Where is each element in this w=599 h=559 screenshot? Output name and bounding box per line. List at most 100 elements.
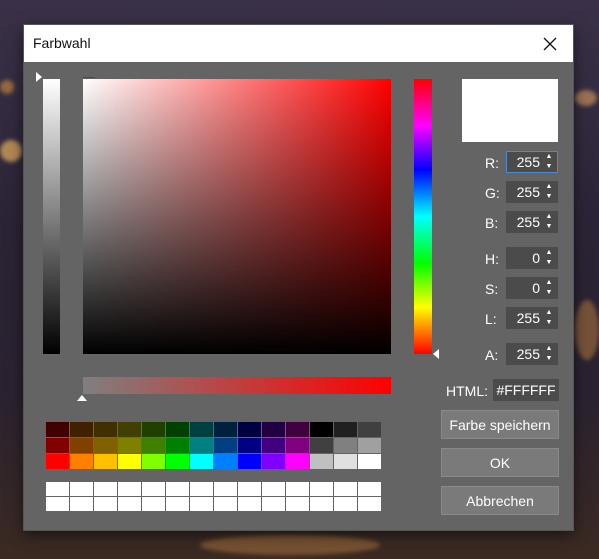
palette-swatch[interactable]: [118, 438, 141, 453]
palette-swatch[interactable]: [214, 422, 237, 437]
custom-color-swatch[interactable]: [262, 482, 285, 496]
spin-down-icon[interactable]: ▼: [542, 318, 556, 328]
palette-swatch[interactable]: [358, 438, 381, 453]
palette-swatch[interactable]: [214, 454, 237, 469]
palette-swatch[interactable]: [310, 422, 333, 437]
custom-color-swatch[interactable]: [118, 497, 141, 511]
spin-up-icon[interactable]: ▲: [542, 344, 556, 354]
spin-down-icon[interactable]: ▼: [542, 288, 556, 298]
save-color-button[interactable]: Farbe speichern: [441, 410, 559, 439]
spinbox-h[interactable]: 0 ▲ ▼: [506, 247, 558, 269]
palette-swatch[interactable]: [334, 454, 357, 469]
palette-swatch[interactable]: [142, 438, 165, 453]
palette-swatch[interactable]: [142, 454, 165, 469]
spin-down-icon[interactable]: ▼: [542, 258, 556, 268]
palette-swatch[interactable]: [118, 422, 141, 437]
spinbox-r[interactable]: 255 ▲ ▼: [506, 151, 558, 173]
palette-swatch[interactable]: [46, 438, 69, 453]
palette-swatch[interactable]: [94, 454, 117, 469]
palette-swatch[interactable]: [190, 422, 213, 437]
palette-swatch[interactable]: [70, 422, 93, 437]
custom-color-swatch[interactable]: [262, 497, 285, 511]
custom-color-swatch[interactable]: [358, 482, 381, 496]
palette-swatch[interactable]: [262, 422, 285, 437]
custom-color-swatch[interactable]: [358, 497, 381, 511]
spinbox-s[interactable]: 0 ▲ ▼: [506, 277, 558, 299]
palette-swatch[interactable]: [238, 454, 261, 469]
custom-color-swatch[interactable]: [142, 482, 165, 496]
custom-color-swatch[interactable]: [94, 497, 117, 511]
palette-swatch[interactable]: [118, 454, 141, 469]
hue-slider[interactable]: [414, 79, 432, 354]
custom-color-swatch[interactable]: [118, 482, 141, 496]
custom-color-swatch[interactable]: [334, 497, 357, 511]
custom-color-swatch[interactable]: [214, 482, 237, 496]
saturation-value-picker[interactable]: [83, 79, 391, 354]
custom-color-swatch[interactable]: [238, 482, 261, 496]
custom-color-swatch[interactable]: [70, 497, 93, 511]
palette-swatch[interactable]: [166, 438, 189, 453]
custom-color-swatch[interactable]: [238, 497, 261, 511]
custom-color-swatch[interactable]: [310, 482, 333, 496]
palette-swatch[interactable]: [94, 438, 117, 453]
ok-button[interactable]: OK: [441, 448, 559, 477]
spin-down-icon[interactable]: ▼: [542, 192, 556, 202]
palette-swatch[interactable]: [286, 454, 309, 469]
hue-marker-icon[interactable]: [433, 349, 439, 359]
spinbox-a[interactable]: 255 ▲ ▼: [506, 343, 558, 365]
palette-swatch[interactable]: [262, 454, 285, 469]
palette-swatch[interactable]: [262, 438, 285, 453]
palette-swatch[interactable]: [310, 438, 333, 453]
spin-down-icon[interactable]: ▼: [542, 162, 556, 172]
palette-swatch[interactable]: [334, 422, 357, 437]
palette-swatch[interactable]: [46, 454, 69, 469]
html-color-input[interactable]: #FFFFFF: [493, 379, 559, 401]
palette-swatch[interactable]: [166, 454, 189, 469]
spinbox-g[interactable]: 255 ▲ ▼: [506, 181, 558, 203]
custom-color-swatch[interactable]: [286, 497, 309, 511]
alpha-marker-icon[interactable]: [77, 395, 87, 401]
spin-down-icon[interactable]: ▼: [542, 354, 556, 364]
spin-up-icon[interactable]: ▲: [542, 182, 556, 192]
palette-swatch[interactable]: [310, 454, 333, 469]
palette-swatch[interactable]: [94, 422, 117, 437]
custom-color-swatch[interactable]: [214, 497, 237, 511]
luminance-marker-icon[interactable]: [36, 72, 42, 82]
custom-color-swatch[interactable]: [286, 482, 309, 496]
palette-swatch[interactable]: [166, 422, 189, 437]
palette-swatch[interactable]: [46, 422, 69, 437]
palette-swatch[interactable]: [70, 438, 93, 453]
custom-color-swatch[interactable]: [46, 482, 69, 496]
palette-swatch[interactable]: [238, 422, 261, 437]
spinbox-l[interactable]: 255 ▲ ▼: [506, 307, 558, 329]
palette-swatch[interactable]: [190, 454, 213, 469]
spin-up-icon[interactable]: ▲: [542, 152, 556, 162]
spin-up-icon[interactable]: ▲: [542, 308, 556, 318]
palette-swatch[interactable]: [334, 438, 357, 453]
alpha-slider[interactable]: [83, 377, 391, 394]
palette-swatch[interactable]: [190, 438, 213, 453]
custom-color-swatch[interactable]: [166, 497, 189, 511]
spinbox-b[interactable]: 255 ▲ ▼: [506, 211, 558, 233]
spin-up-icon[interactable]: ▲: [542, 212, 556, 222]
luminance-slider[interactable]: [43, 79, 60, 354]
custom-color-swatch[interactable]: [46, 497, 69, 511]
spin-down-icon[interactable]: ▼: [542, 222, 556, 232]
cancel-button[interactable]: Abbrechen: [441, 486, 559, 515]
custom-color-swatch[interactable]: [334, 482, 357, 496]
palette-swatch[interactable]: [358, 422, 381, 437]
custom-color-swatch[interactable]: [166, 482, 189, 496]
custom-color-swatch[interactable]: [70, 482, 93, 496]
palette-swatch[interactable]: [142, 422, 165, 437]
spin-up-icon[interactable]: ▲: [542, 278, 556, 288]
palette-swatch[interactable]: [286, 438, 309, 453]
custom-color-swatch[interactable]: [142, 497, 165, 511]
palette-swatch[interactable]: [70, 454, 93, 469]
custom-color-swatch[interactable]: [190, 497, 213, 511]
close-button[interactable]: [527, 25, 573, 62]
palette-swatch[interactable]: [358, 454, 381, 469]
palette-swatch[interactable]: [238, 438, 261, 453]
palette-swatch[interactable]: [214, 438, 237, 453]
custom-color-swatch[interactable]: [190, 482, 213, 496]
custom-color-swatch[interactable]: [310, 497, 333, 511]
